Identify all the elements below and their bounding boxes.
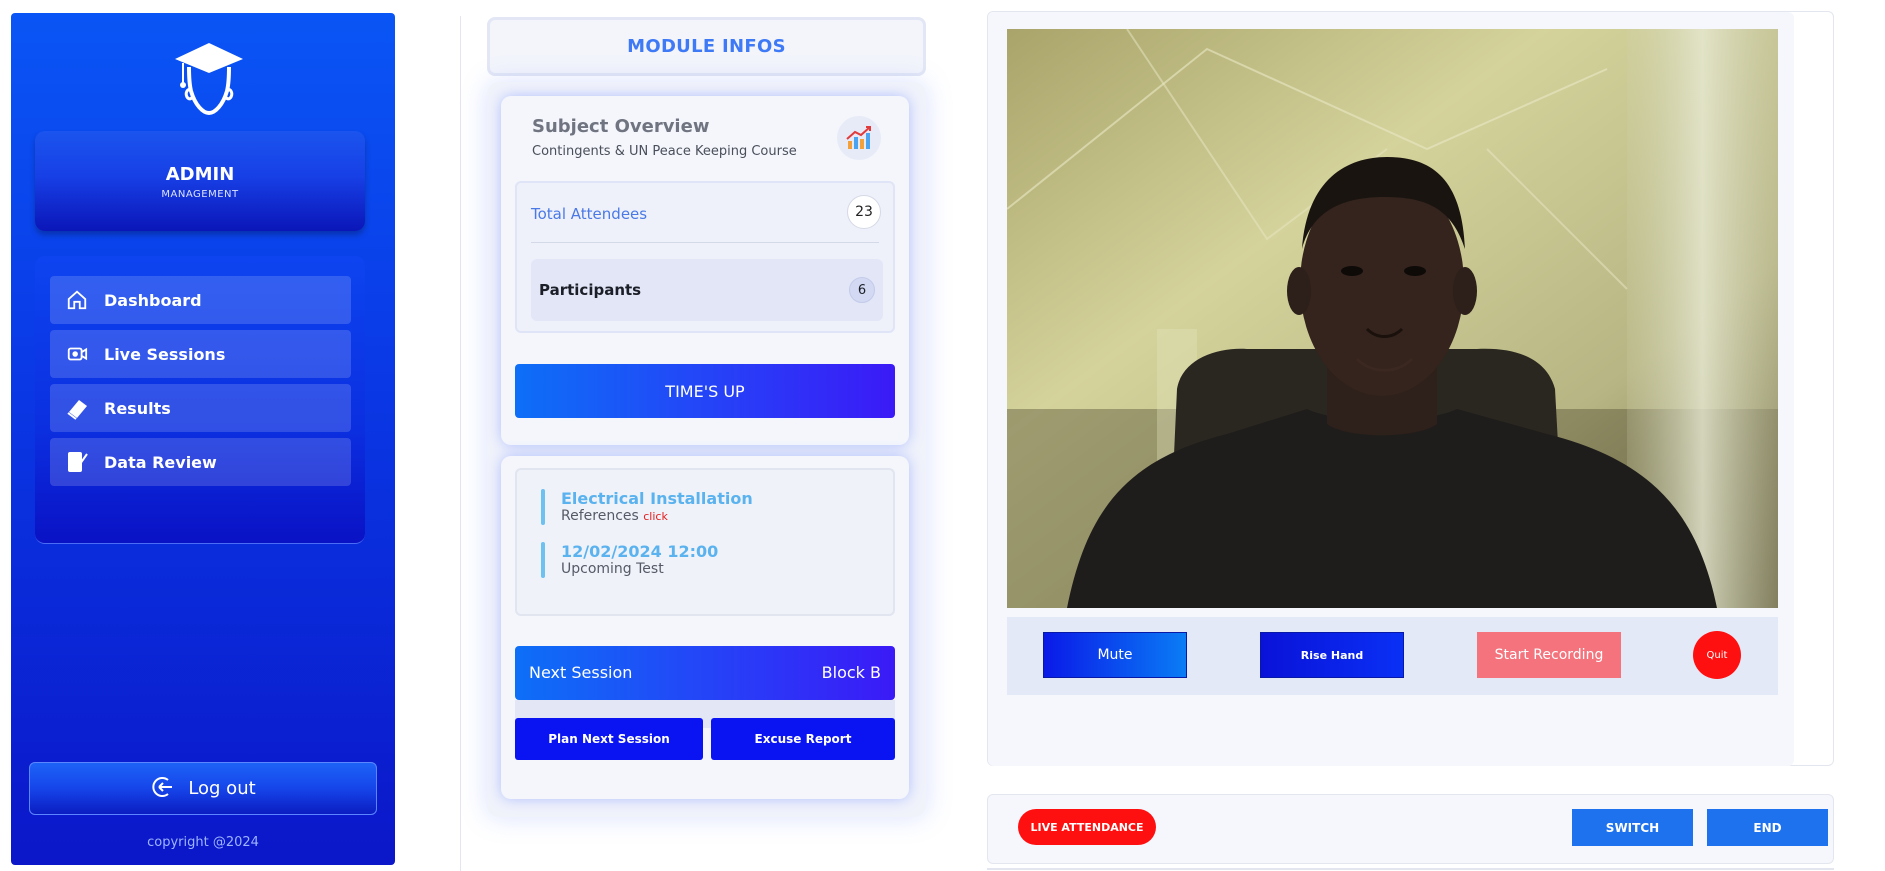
plan-next-session-button[interactable]: Plan Next Session bbox=[515, 718, 703, 760]
logout-button[interactable]: Log out bbox=[29, 762, 377, 815]
attendance-bar: LIVE ATTENDANCE SWITCH END bbox=[987, 794, 1834, 864]
module-panel: Subject Overview Contingents & UN Peace … bbox=[487, 82, 926, 817]
subject-overview-subtitle: Contingents & UN Peace Keeping Course bbox=[532, 144, 797, 159]
book-icon bbox=[62, 393, 92, 423]
info-accent-bar bbox=[541, 489, 545, 525]
sidebar-item-label: Live Sessions bbox=[104, 344, 226, 364]
attendance-stats: Total Attendees 23 Participants 6 bbox=[515, 181, 895, 333]
next-session-label: Next Session bbox=[529, 663, 633, 682]
participants-label: Participants bbox=[539, 281, 642, 299]
sidebar-item-label: Data Review bbox=[104, 452, 217, 472]
info-accent-bar bbox=[541, 542, 545, 578]
sidebar-item-data-review[interactable]: Data Review bbox=[50, 438, 351, 486]
admin-subtitle: MANAGEMENT bbox=[161, 189, 239, 200]
module-infos-title: MODULE INFOS bbox=[627, 36, 786, 57]
times-up-button[interactable]: TIME'S UP bbox=[515, 364, 895, 418]
next-session-banner: Next Session Block B bbox=[515, 646, 895, 700]
total-attendees-count: 23 bbox=[847, 195, 881, 229]
info-item-title: Electrical Installation bbox=[561, 489, 753, 508]
sidebar-nav: Dashboard Live Sessions Results Data Rev… bbox=[35, 256, 365, 544]
sidebar: ADMIN MANAGEMENT Dashboard Live Sessions… bbox=[11, 13, 395, 865]
sidebar-item-label: Dashboard bbox=[104, 290, 202, 310]
webcam-video bbox=[1007, 29, 1778, 608]
quit-button[interactable]: Quit bbox=[1693, 631, 1741, 679]
logout-icon bbox=[150, 774, 176, 804]
start-recording-button[interactable]: Start Recording bbox=[1477, 632, 1621, 678]
logout-label: Log out bbox=[188, 778, 256, 799]
sidebar-item-results[interactable]: Results bbox=[50, 384, 351, 432]
copyright-text: copyright @2024 bbox=[147, 835, 259, 850]
home-icon bbox=[62, 285, 92, 315]
subject-overview-card: Subject Overview Contingents & UN Peace … bbox=[501, 96, 909, 445]
live-attendance-button[interactable]: LIVE ATTENDANCE bbox=[1018, 809, 1156, 845]
info-item-electrical: Electrical Installation References click bbox=[541, 489, 871, 529]
info-item-subtitle: References click bbox=[561, 508, 668, 524]
info-item-subtitle: Upcoming Test bbox=[561, 561, 664, 577]
next-session-value: Block B bbox=[821, 663, 881, 682]
excuse-report-button[interactable]: Excuse Report bbox=[711, 718, 895, 760]
bottom-divider bbox=[987, 868, 1834, 870]
chart-growth-icon bbox=[837, 116, 881, 160]
subject-overview-title: Subject Overview bbox=[532, 116, 710, 137]
admin-card: ADMIN MANAGEMENT bbox=[35, 131, 365, 231]
total-attendees-label: Total Attendees bbox=[531, 205, 648, 223]
call-controls: Mute Rise Hand Start Recording Quit bbox=[1007, 617, 1778, 695]
sidebar-item-dashboard[interactable]: Dashboard bbox=[50, 276, 351, 324]
sidebar-item-live-sessions[interactable]: Live Sessions bbox=[50, 330, 351, 378]
mute-button[interactable]: Mute bbox=[1043, 632, 1187, 678]
admin-title: ADMIN bbox=[165, 164, 235, 185]
references-label: References bbox=[561, 508, 639, 524]
references-click-link[interactable]: click bbox=[643, 510, 668, 523]
info-item-title: 12/02/2024 12:00 bbox=[561, 542, 719, 561]
module-infos-header: MODULE INFOS bbox=[487, 17, 926, 76]
switch-button[interactable]: SWITCH bbox=[1572, 809, 1693, 846]
info-item-upcoming-test: 12/02/2024 12:00 Upcoming Test bbox=[541, 542, 871, 582]
graduate-logo-icon bbox=[171, 39, 247, 121]
session-info-list: Electrical Installation References click… bbox=[515, 468, 895, 616]
live-session-icon bbox=[62, 339, 92, 369]
sidebar-item-label: Results bbox=[104, 398, 171, 418]
divider bbox=[460, 16, 461, 871]
end-button[interactable]: END bbox=[1707, 809, 1828, 846]
total-attendees-row: Total Attendees 23 bbox=[531, 183, 881, 243]
edit-document-icon bbox=[62, 447, 92, 477]
participants-count: 6 bbox=[849, 277, 875, 303]
raise-hand-button[interactable]: Rise Hand bbox=[1260, 632, 1404, 678]
session-info-card: Electrical Installation References click… bbox=[501, 456, 909, 799]
participants-row: Participants 6 bbox=[531, 259, 883, 321]
